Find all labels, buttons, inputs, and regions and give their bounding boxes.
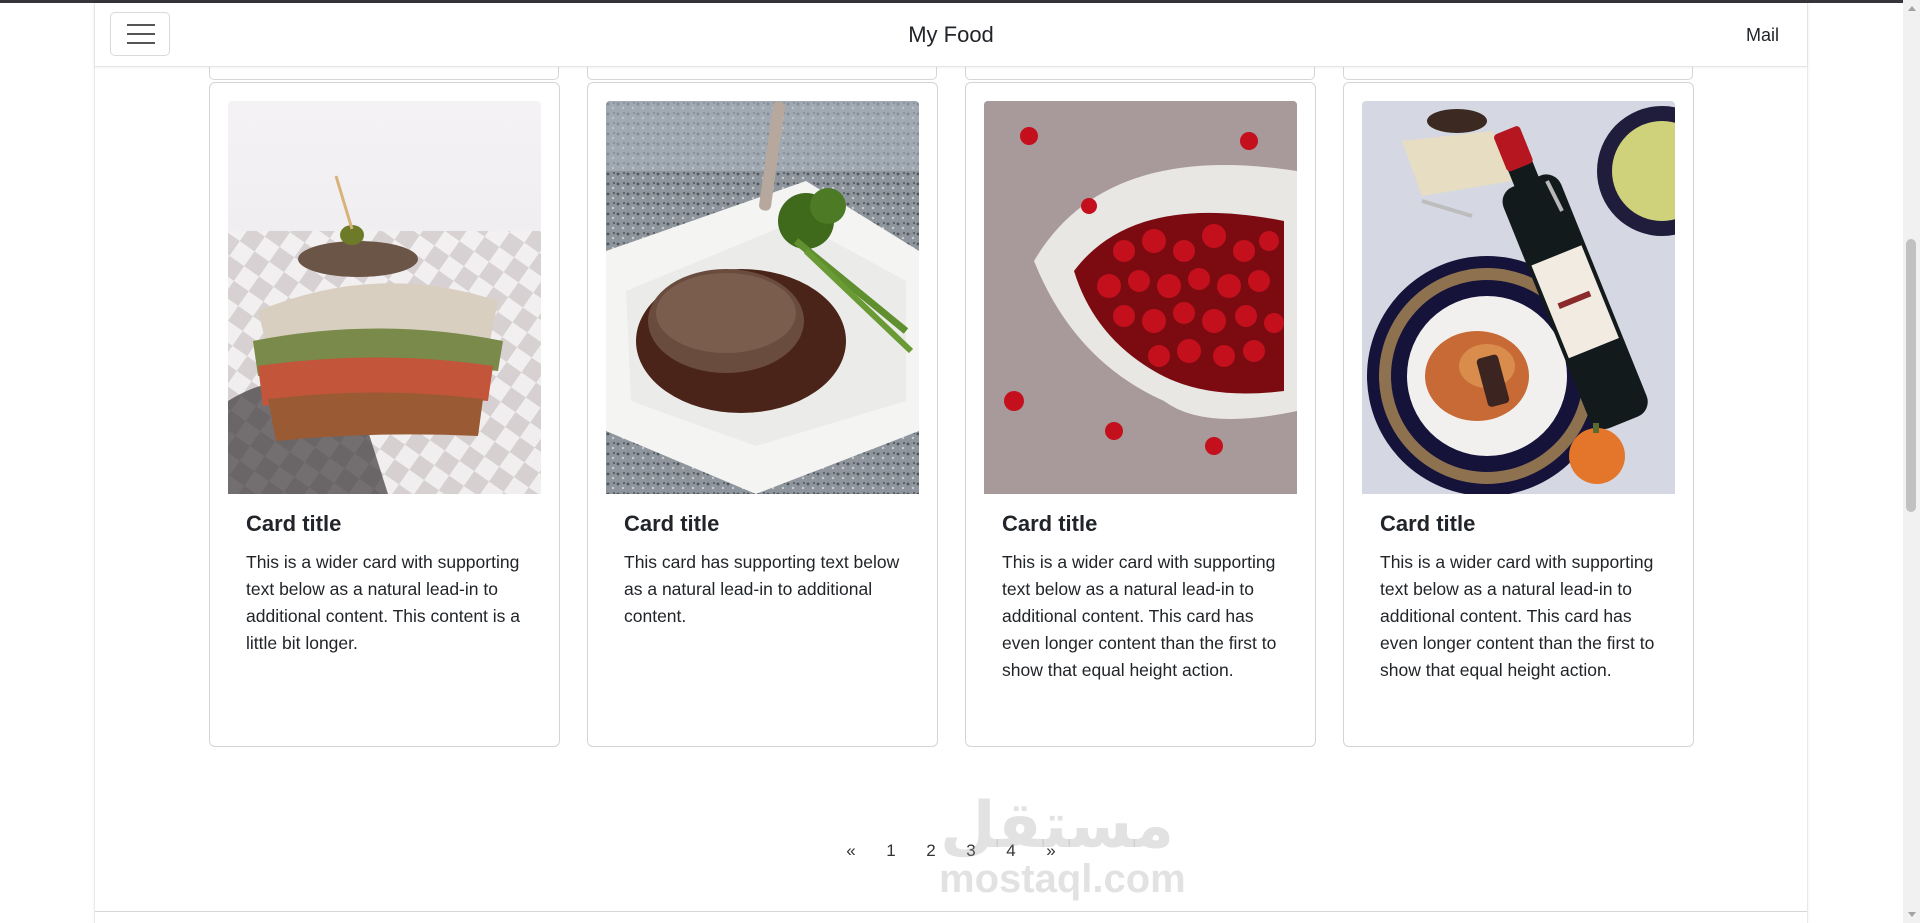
- pagination-page-2[interactable]: 2: [911, 836, 951, 866]
- food-card: Card title This card has supporting text…: [587, 82, 938, 747]
- card-text: This is a wider card with supporting tex…: [246, 552, 521, 653]
- previous-card-edge: [1343, 66, 1693, 80]
- card-title: Card title: [1002, 511, 1098, 536]
- card-title: Card title: [1380, 511, 1476, 536]
- card-title: Card title: [246, 511, 342, 536]
- card-title: Card title: [624, 511, 720, 536]
- scroll-down-arrow-icon[interactable]: [1908, 912, 1916, 917]
- pagination-next[interactable]: »: [1031, 836, 1071, 866]
- pagination: «1 2 3 4»: [95, 836, 1807, 866]
- previous-card-edge: [587, 66, 937, 80]
- pagination-page-1[interactable]: 1: [871, 836, 911, 866]
- navbar-brand[interactable]: My Food: [95, 22, 1807, 48]
- footer-divider: [95, 911, 1807, 912]
- scrollbar-thumb[interactable]: [1906, 239, 1916, 512]
- sandwich-photo: [228, 101, 541, 494]
- previous-card-edge: [209, 66, 559, 80]
- pasta-wine-photo: [1362, 101, 1675, 494]
- pagination-prev[interactable]: «: [831, 836, 871, 866]
- food-card: Card title This is a wider card with sup…: [209, 82, 560, 747]
- card-text: This is a wider card with supporting tex…: [1380, 552, 1655, 680]
- scroll-up-arrow-icon[interactable]: [1908, 6, 1916, 11]
- food-card: Card title This is a wider card with sup…: [965, 82, 1316, 747]
- pagination-page-4[interactable]: 4: [991, 836, 1031, 866]
- food-card: Card title This is a wider card with sup…: [1343, 82, 1694, 747]
- card-text: This card has supporting text below as a…: [624, 552, 900, 626]
- pagination-page-3[interactable]: 3: [951, 836, 991, 866]
- vertical-scrollbar[interactable]: [1903, 0, 1920, 923]
- card-text: This is a wider card with supporting tex…: [1002, 552, 1277, 680]
- cherries-photo: [984, 101, 1297, 494]
- steak-photo: [606, 101, 919, 494]
- mail-link[interactable]: Mail: [1746, 25, 1779, 46]
- previous-card-edge: [965, 66, 1315, 80]
- page-container: My Food Mail Card title This is a wider …: [94, 3, 1808, 923]
- navbar: My Food Mail: [95, 3, 1807, 67]
